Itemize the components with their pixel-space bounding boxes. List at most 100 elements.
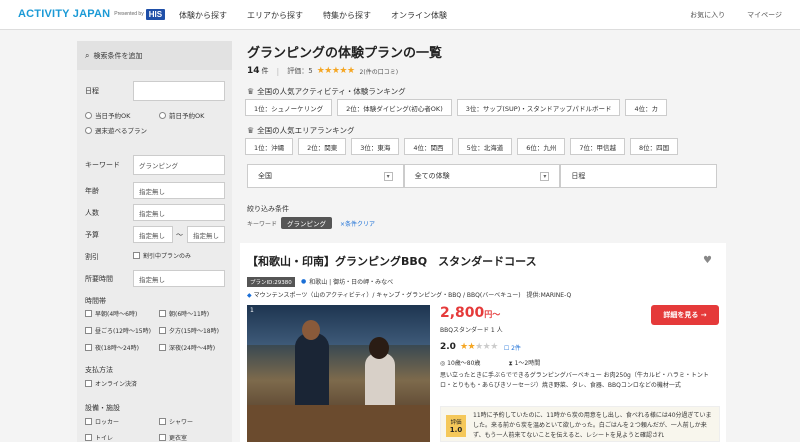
people-select[interactable]: 指定無し (133, 204, 225, 221)
page-title: グランピングの体験プランの一覧 (247, 46, 443, 61)
crown-icon: ♛ (247, 87, 255, 96)
favorites-link[interactable]: お気に入り (690, 10, 725, 20)
mypage-link[interactable]: マイページ (747, 10, 782, 20)
nav-area[interactable]: エリアから探す (247, 10, 303, 21)
checkbox-box (159, 327, 166, 334)
ranking-pill[interactable]: 4位：カ (625, 99, 668, 116)
price-subtitle: BBQスタンダード 1 人 (440, 327, 503, 334)
review-link-text: 2件 (511, 344, 521, 352)
nav-online[interactable]: オンライン体験 (391, 10, 447, 21)
area-pill[interactable]: 4位：関西 (404, 138, 453, 155)
plan-title[interactable]: 【和歌山・印南】グランピングBBQ スタンダードコース (247, 253, 537, 269)
stars-empty: ★★★ (475, 342, 498, 352)
area-pill[interactable]: 8位：四国 (629, 138, 679, 155)
radio-same-day[interactable]: 当日予約OK (85, 110, 130, 120)
area-pill[interactable]: 3位：東海 (351, 138, 400, 155)
date-label: 日程 (85, 87, 99, 95)
result-count: 14 (247, 66, 260, 76)
activity-ranking-list: 1位：シュノーケリング 2位：体験ダイビング(初心者OK) 3位：サップ(SUP… (245, 99, 726, 116)
age-select[interactable]: 指定無し (133, 182, 225, 199)
age-label: 年齢 (85, 187, 99, 195)
review-score-badge: 評価 1.0 (446, 415, 466, 437)
review-link[interactable]: ☐ 2件 (504, 343, 521, 352)
duration-select[interactable]: 指定無し (133, 270, 225, 287)
facility-shower[interactable]: シャワー (159, 417, 193, 426)
tag-icon: ◆ (247, 292, 252, 299)
ranking-pill[interactable]: 1位：シュノーケリング (245, 99, 333, 116)
overall-rating: 評価：5 (287, 67, 313, 75)
budget-separator: ～ (176, 231, 183, 239)
heart-icon[interactable]: ♥ (703, 255, 712, 266)
logo-presented-by: Presented by (114, 11, 144, 17)
checkbox-box (159, 344, 166, 351)
checkbox-label: 割引中プランのみ (143, 253, 192, 260)
category-select[interactable]: 全ての体験 ▾ (403, 164, 561, 188)
timeslot-evening[interactable]: 夕方(15時〜18時) (159, 326, 219, 335)
area-pill[interactable]: 7位：甲信越 (570, 138, 625, 155)
facility-label: 設備・施設 (85, 404, 120, 412)
review-count: 2(件の口コミ) (359, 68, 399, 76)
filter-selects: 全国 ▾ 全ての体験 ▾ 日程 (247, 164, 718, 188)
keyword-input[interactable]: グランピング (133, 155, 225, 175)
timeslot-early-morning[interactable]: 早朝(4時〜6時) (85, 309, 137, 318)
his-logo: HIS (145, 8, 166, 20)
site-logo[interactable]: ACTIVITY JAPAN Presented by HIS (18, 8, 166, 20)
section-title-text: 全国の人気アクティビティ・体験ランキング (257, 87, 406, 96)
timeslot-morning[interactable]: 朝(6時〜11時) (159, 309, 209, 318)
budget-from-select[interactable]: 指定無し (133, 226, 173, 243)
age-info-text: 10歳〜80歳 (447, 360, 481, 367)
plan-info: ◎ 10歳〜80歳 ⧗ 1〜2時間 (440, 358, 568, 368)
radio-circle (85, 126, 92, 134)
radio-label: 前日予約OK (169, 112, 205, 120)
checkbox-box (85, 310, 92, 317)
checkbox-label: シャワー (169, 419, 194, 426)
region-select[interactable]: 全国 ▾ (247, 164, 404, 188)
price-unit: 円～ (484, 310, 501, 319)
clear-filters-link[interactable]: ×条件クリア (340, 219, 375, 228)
plan-rating: 2.0 ★★★★★ ☐ 2件 (440, 342, 521, 352)
chevron-down-icon: ▾ (540, 171, 550, 181)
keyword-tag[interactable]: グランピング (281, 217, 333, 229)
search-sidebar: ⌕ 検索条件を追加 日程 当日予約OK 前日予約OK 週末遊べるプラン キーワー… (77, 41, 232, 442)
area-pill[interactable]: 1位：沖縄 (245, 138, 294, 155)
location-pin-icon: ● (301, 278, 307, 285)
facility-changing-room[interactable]: 更衣室 (159, 433, 187, 442)
section-title-text: 全国の人気エリアランキング (257, 126, 355, 135)
active-filters: キーワード グランピング ×条件クリア (247, 217, 375, 229)
nav-feature[interactable]: 特集から探す (323, 10, 371, 21)
header-right: お気に入り マイページ (668, 10, 782, 20)
plan-categories: ◆ マウンテンスポーツ（山のアクティビティ）/ キャンプ・グランピング・BBQ /… (247, 290, 571, 299)
area-pill[interactable]: 2位：関東 (298, 138, 347, 155)
result-meta: 14 件 | 評価：5 ★★★★★ 2(件の口コミ) (247, 66, 398, 76)
ranking-pill[interactable]: 3位：サップ(SUP)・スタンドアップパドルボード (456, 99, 621, 116)
checkbox-label: 早朝(4時〜6時) (95, 311, 138, 318)
view-details-button[interactable]: 詳細を見る → (651, 305, 719, 325)
checkbox-label: 夕方(15時〜18時) (169, 328, 219, 335)
review-snippet: 評価 1.0 11時に予約していたのに、11時から炭の用意をし出し、食べれる様に… (440, 406, 720, 442)
facility-locker[interactable]: ロッカー (85, 417, 119, 426)
nav-experience[interactable]: 体験から探す (179, 10, 227, 21)
date-input[interactable] (133, 81, 225, 101)
area-pill[interactable]: 5位：北海道 (457, 138, 513, 155)
checkbox-label: オンライン決済 (95, 381, 138, 388)
crown-icon: ♛ (247, 126, 255, 135)
ranking-pill[interactable]: 2位：体験ダイビング(初心者OK) (337, 99, 452, 116)
timeslot-night[interactable]: 夜(18時〜24時) (85, 343, 139, 352)
area-pill[interactable]: 6位：九州 (517, 138, 566, 155)
discount-checkbox[interactable]: 割引中プランのみ (133, 251, 191, 260)
checkbox-label: 深夜(24時〜4時) (169, 345, 216, 352)
payment-online[interactable]: オンライン決済 (85, 379, 137, 388)
timeslot-late-night[interactable]: 深夜(24時〜4時) (159, 343, 215, 352)
radio-circle (159, 111, 166, 119)
chevron-down-icon: ▾ (383, 171, 393, 181)
budget-to-select[interactable]: 指定無し (187, 226, 225, 243)
facility-toilet[interactable]: トイレ (85, 433, 113, 442)
radio-prev-day[interactable]: 前日予約OK (159, 110, 204, 120)
date-select[interactable]: 日程 (560, 164, 718, 188)
radio-weekend[interactable]: 週末遊べるプラン (85, 125, 147, 135)
location-text: 和歌山 | 御坊・日の岬・みなべ (309, 279, 394, 286)
photo-table (247, 405, 430, 442)
timeslot-noon[interactable]: 昼ごろ(12時〜15時) (85, 326, 151, 335)
plan-photo[interactable]: 1 (247, 305, 430, 442)
result-count-unit: 件 (261, 67, 269, 75)
